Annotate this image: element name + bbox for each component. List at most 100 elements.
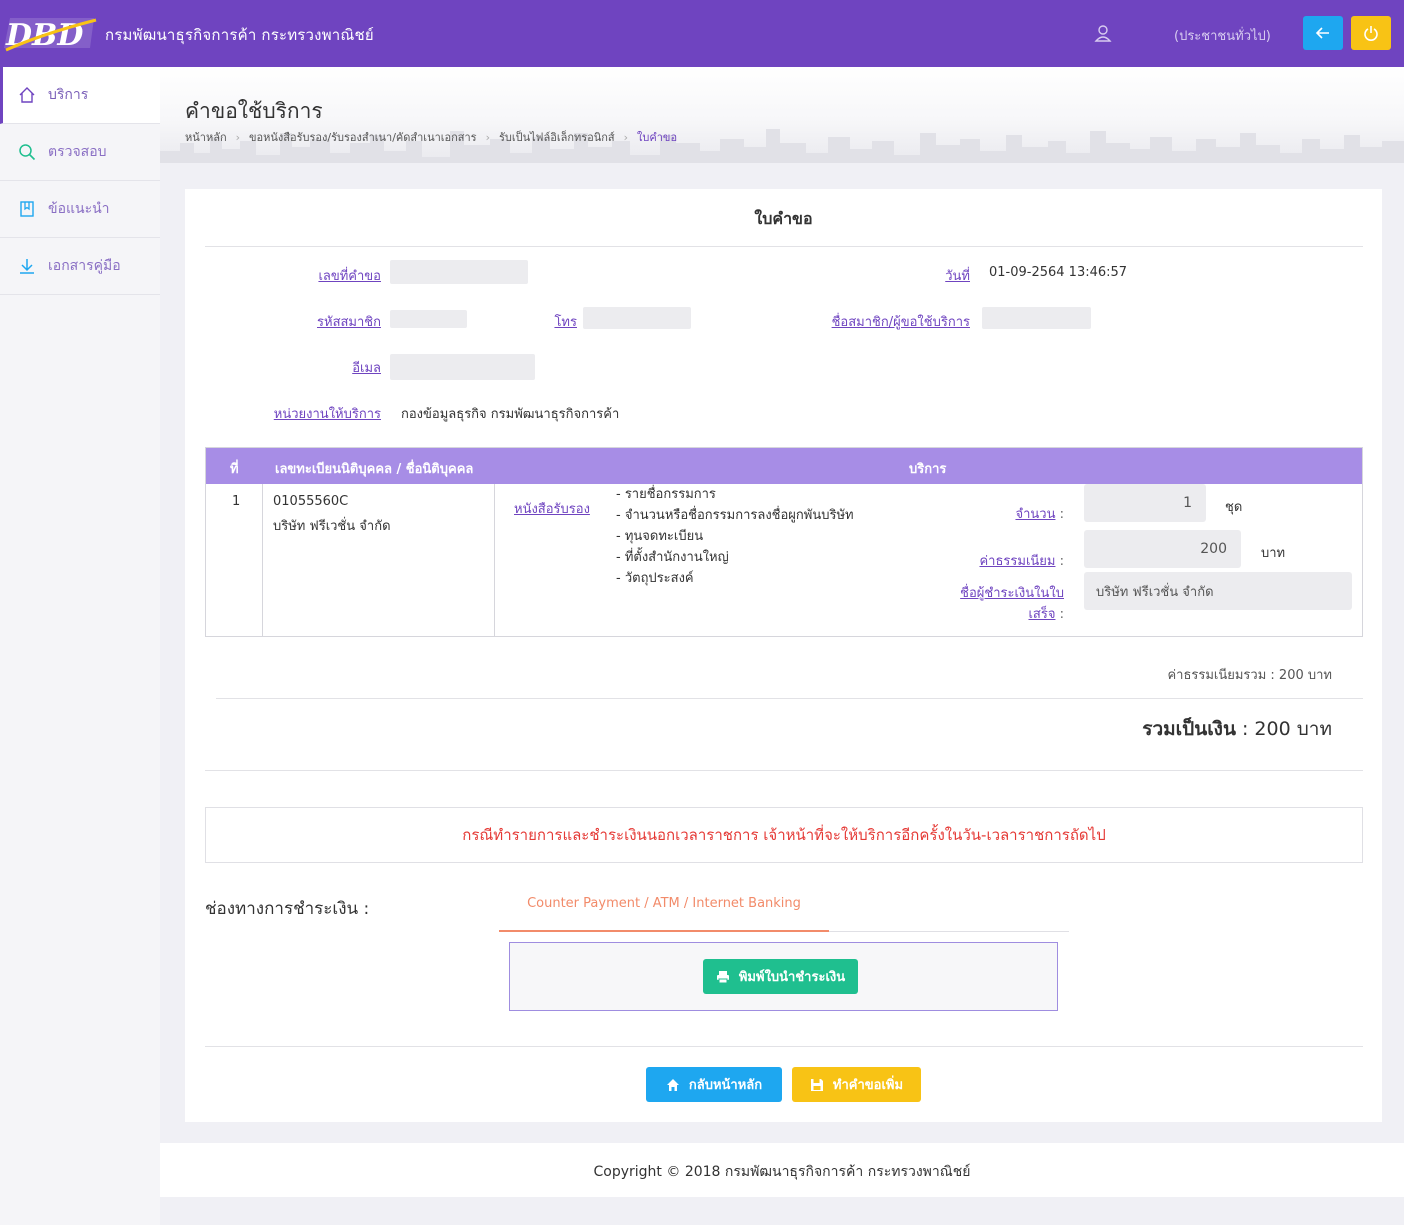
back-to-home-button[interactable]: กลับหน้าหลัก	[646, 1067, 782, 1102]
col-company-header: เลขทะเบียนนิติบุคคล / ชื่อนิติบุคคล	[275, 462, 474, 477]
date-value: 01-09-2564 13:46:57	[989, 265, 1128, 280]
breadcrumb: หน้าหลัก › ขอหนังสือรับรอง/รับรองสำเนา/คัด…	[185, 128, 677, 146]
breadcrumb-current: ใบคำขอ	[637, 131, 678, 144]
member-id-value	[390, 310, 467, 328]
sidebar-item-documents[interactable]: เอกสารคู่มือ	[0, 238, 160, 295]
payment-channel-label: ช่องทางการชำระเงิน :	[205, 899, 370, 919]
fee-input[interactable]: 200	[1084, 530, 1241, 568]
home-button-label: กลับหน้าหลัก	[688, 1078, 763, 1093]
top-navbar: DBD กรมพัฒนาธุรกิจการค้า กระทรวงพาณิชย์ …	[0, 0, 1404, 67]
service-unit-label: หน่วยงานให้บริการ	[273, 407, 381, 422]
colon: :	[1059, 607, 1064, 622]
payer-name-label: ชื่อผู้ชำระเงินในใบ เสร็จ :	[960, 583, 1064, 625]
breadcrumb-certificate[interactable]: ขอหนังสือรับรอง/รับรองสำเนา/คัดสำเนาเอกส…	[249, 131, 477, 144]
email-label: อีเมล	[352, 361, 381, 376]
chevron-right-icon: ›	[623, 131, 629, 144]
col-no-header: ที่	[230, 462, 239, 477]
email-value	[390, 354, 535, 380]
member-name-value	[982, 307, 1091, 329]
print-payment-slip-button[interactable]: พิมพ์ใบนำชำระเงิน	[703, 959, 858, 994]
fee-total: ค่าธรรมเนียมรวม : 200 บาท	[1167, 668, 1332, 683]
user-role-label[interactable]: (ประชาชนทั่วไป)	[1174, 25, 1271, 46]
phone-label: โทร	[554, 315, 577, 330]
save-icon	[810, 1078, 823, 1091]
date-label: วันที่	[945, 269, 970, 284]
back-button[interactable]	[1303, 16, 1343, 50]
list-item: - ทุนจดทะเบียน	[616, 529, 704, 544]
company-name: บริษัท ฟรีเวชั่น จำกัด	[273, 519, 391, 534]
quantity-input[interactable]: 1	[1084, 484, 1206, 522]
form-title: ใบคำขอ	[754, 209, 813, 228]
service-item-list: - รายชื่อกรรมการ - จำนวนหรือชื่อกรรมการล…	[616, 484, 854, 589]
breadcrumb-home[interactable]: หน้าหลัก	[185, 131, 227, 144]
service-unit-value: กองข้อมูลธุรกิจ กรมพัฒนาธุรกิจการค้า	[401, 407, 620, 422]
sidebar-item-services[interactable]: บริการ	[0, 67, 160, 124]
print-button-label: พิมพ์ใบนำชำระเงิน	[738, 970, 846, 985]
logout-button[interactable]	[1351, 16, 1391, 50]
power-icon	[1364, 26, 1378, 41]
arrow-left-icon	[1315, 27, 1329, 39]
member-name-label: ชื่อสมาชิก/ผู้ขอใช้บริการ	[831, 315, 970, 330]
divider	[205, 1046, 1363, 1047]
download-icon	[20, 259, 34, 274]
sidebar-item-label: ตรวจสอบ	[48, 144, 107, 160]
grand-total-label: รวมเป็นเงิน	[1142, 718, 1236, 740]
quantity-label: จำนวน :	[1015, 503, 1064, 524]
request-no-value	[390, 260, 528, 284]
table-header: ที่ เลขทะเบียนนิติบุคคล / ชื่อนิติบุคคล …	[206, 448, 1362, 484]
home-icon	[19, 87, 35, 103]
divider	[205, 770, 1363, 771]
sidebar-item-label: บริการ	[48, 87, 89, 103]
registration-number: 01055560C	[273, 494, 349, 509]
payer-label-line2: เสร็จ	[1028, 607, 1056, 622]
fee-unit: บาท	[1261, 546, 1286, 561]
quantity-label-text: จำนวน	[1015, 507, 1056, 522]
sidebar-item-check[interactable]: ตรวจสอบ	[0, 124, 160, 181]
dbd-logo[interactable]: DBD	[2, 12, 100, 54]
column-divider	[494, 484, 495, 636]
search-icon	[19, 144, 36, 161]
sidebar-item-label: ข้อแนะนำ	[48, 201, 110, 217]
payer-label-line1: ชื่อผู้ชำระเงินในใบ	[960, 586, 1064, 601]
row-no: 1	[232, 494, 241, 509]
page-header: คำขอใช้บริการ หน้าหลัก › ขอหนังสือรับรอง/ร…	[160, 67, 1404, 163]
grand-total: รวมเป็นเงิน : 200 บาท	[1142, 714, 1332, 744]
print-icon	[716, 970, 729, 983]
tab-underline	[829, 931, 1069, 932]
brand-title: กรมพัฒนาธุรกิจการค้า กระทรวงพาณิชย์	[105, 26, 374, 44]
sidebar: บริการ ตรวจสอบ ข้อแนะนำ เอกสารคู่มือ	[0, 67, 160, 1225]
grand-total-value: : 200 บาท	[1235, 718, 1332, 740]
request-no-label: เลขที่คำขอ	[318, 269, 381, 284]
sidebar-item-label: เอกสารคู่มือ	[48, 258, 121, 274]
list-item: - ที่ตั้งสำนักงานใหญ่	[616, 550, 729, 565]
fee-label: ค่าธรรมเนียม :	[979, 550, 1064, 571]
footer-copyright: Copyright © 2018 กรมพัฒนาธุรกิจการค้า กร…	[160, 1143, 1404, 1197]
phone-value	[583, 307, 691, 329]
divider	[205, 246, 1363, 247]
book-icon	[20, 201, 34, 217]
column-divider	[262, 484, 263, 636]
chevron-right-icon: ›	[485, 131, 490, 144]
new-request-button[interactable]: ทำคำขอเพิ่ม	[792, 1067, 921, 1102]
request-form-card: ใบคำขอ เลขที่คำขอ วันที่ 01-09-2564 13:4…	[185, 189, 1382, 1122]
colon: :	[1059, 507, 1064, 522]
list-item: - รายชื่อกรรมการ	[616, 487, 716, 502]
certificate-link[interactable]: หนังสือรับรอง	[514, 498, 590, 519]
home-icon	[666, 1078, 679, 1091]
col-service-header: บริการ	[909, 462, 947, 477]
after-hours-notice: กรณีทำรายการและชำระเงินนอกเวลาราชการ เจ้…	[205, 807, 1363, 863]
colon: :	[1059, 554, 1064, 569]
payer-name-input[interactable]: บริษัท ฟรีเวชั่น จำกัด	[1084, 572, 1352, 610]
divider	[216, 698, 1363, 699]
user-icon[interactable]	[1094, 24, 1112, 42]
sidebar-item-guide[interactable]: ข้อแนะนำ	[0, 181, 160, 238]
quantity-unit: ชุด	[1225, 500, 1243, 515]
new-request-button-label: ทำคำขอเพิ่ม	[832, 1078, 904, 1093]
member-id-label: รหัสสมาชิก	[317, 315, 381, 330]
service-table: ที่ เลขทะเบียนนิติบุคคล / ชื่อนิติบุคคล …	[205, 447, 1363, 637]
tab-counter-payment[interactable]: Counter Payment / ATM / Internet Banking	[499, 889, 829, 932]
page-title: คำขอใช้บริการ	[185, 99, 323, 123]
breadcrumb-electronic[interactable]: รับเป็นไฟล์อิเล็กทรอนิกส์	[499, 131, 615, 144]
list-item: - วัตถุประสงค์	[616, 571, 694, 586]
payment-panel: พิมพ์ใบนำชำระเงิน	[509, 942, 1058, 1011]
